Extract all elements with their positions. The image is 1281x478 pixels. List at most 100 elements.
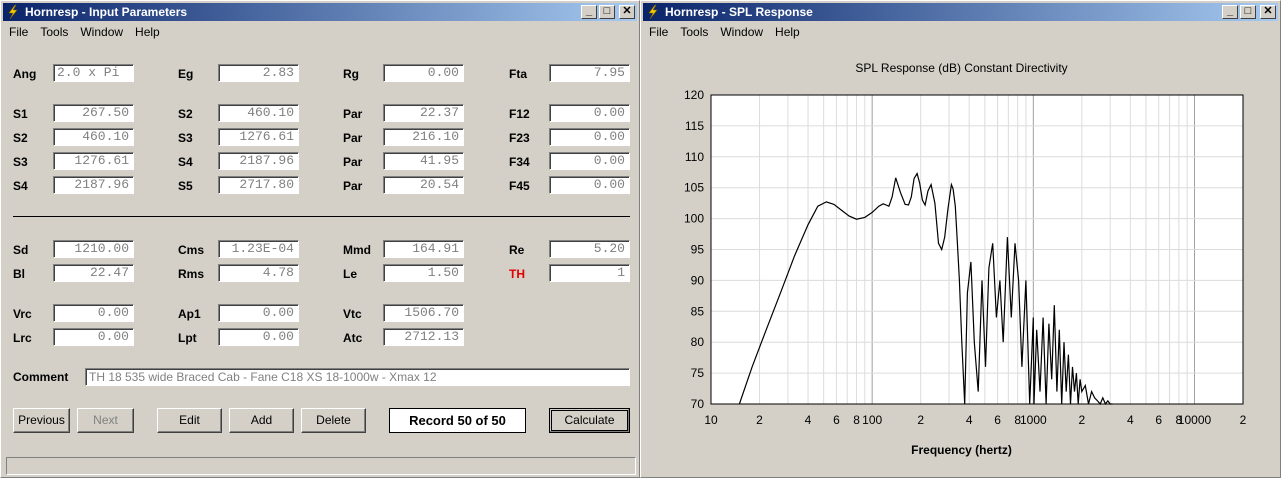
param-field-ap1[interactable]: 0.00 <box>218 304 299 322</box>
spl-chart: 12011511010510095908580757010 2 4 6 8 100 2 4 6 8… <box>684 88 1247 427</box>
menu-window[interactable]: Window <box>74 25 129 39</box>
status-bar <box>6 457 636 475</box>
param-field-s2[interactable]: 460.10 <box>218 104 299 122</box>
param-label-s2: S2 <box>178 107 193 121</box>
param-field-par[interactable]: 216.10 <box>383 128 464 146</box>
y-tick-label: 120 <box>684 88 704 102</box>
x-tick-label: 10000 <box>1178 413 1212 427</box>
param-field-atc[interactable]: 2712.13 <box>383 328 464 346</box>
param-label-vtc: Vtc <box>343 307 362 321</box>
title-bar[interactable]: Hornresp - Input Parameters _ □ ✕ <box>3 3 637 21</box>
x-tick-label: 6 <box>1155 413 1162 427</box>
x-tick-label: 1000 <box>1020 413 1047 427</box>
previous-button[interactable]: Previous <box>13 408 70 433</box>
x-tick-label: 2 <box>1078 413 1085 427</box>
param-field-s5[interactable]: 2717.80 <box>218 176 299 194</box>
next-button[interactable]: Next <box>77 408 134 433</box>
param-field-s3[interactable]: 1276.61 <box>53 152 134 170</box>
param-label-lpt: Lpt <box>178 331 197 345</box>
comment-field[interactable]: TH 18 535 wide Braced Cab - Fane C18 XS … <box>85 368 630 386</box>
add-button[interactable]: Add <box>229 408 294 433</box>
edit-button[interactable]: Edit <box>157 408 222 433</box>
param-field-th[interactable]: 1 <box>549 264 630 282</box>
param-field-sd[interactable]: 1210.00 <box>53 240 134 258</box>
y-tick-label: 110 <box>685 150 704 164</box>
param-label-rg: Rg <box>343 67 359 81</box>
y-tick-label: 85 <box>691 304 705 318</box>
input-parameters-window: Hornresp - Input Parameters _ □ ✕ File T… <box>0 0 640 478</box>
x-tick-label: 4 <box>966 413 973 427</box>
param-label-s3: S3 <box>13 155 28 169</box>
param-field-f45[interactable]: 0.00 <box>549 176 630 194</box>
param-label-par: Par <box>343 107 363 121</box>
spl-response-window: Hornresp - SPL Response _ □ ✕ File Tools… <box>640 0 1281 478</box>
param-field-f12[interactable]: 0.00 <box>549 104 630 122</box>
x-tick-label: 2 <box>917 413 924 427</box>
param-label-bl: Bl <box>13 267 25 281</box>
param-label-le: Le <box>343 267 358 281</box>
param-label-par: Par <box>343 131 363 145</box>
param-field-s2[interactable]: 460.10 <box>53 128 134 146</box>
param-field-vrc[interactable]: 0.00 <box>53 304 134 322</box>
param-field-cms[interactable]: 1.23E-04 <box>218 240 299 258</box>
param-field-lpt[interactable]: 0.00 <box>218 328 299 346</box>
menu-help[interactable]: Help <box>129 25 166 39</box>
param-field-par[interactable]: 41.95 <box>383 152 464 170</box>
y-tick-label: 90 <box>691 273 705 287</box>
param-label-sd: Sd <box>13 243 29 257</box>
menu-file[interactable]: File <box>3 25 34 39</box>
param-label-s2: S2 <box>13 131 28 145</box>
y-tick-label: 95 <box>691 243 705 257</box>
param-label-f45: F45 <box>509 179 530 193</box>
y-tick-label: 115 <box>685 119 704 133</box>
x-tick-label: 6 <box>833 413 840 427</box>
x-tick-label: 4 <box>805 413 812 427</box>
param-label-s1: S1 <box>13 107 28 121</box>
param-field-mmd[interactable]: 164.91 <box>383 240 464 258</box>
param-field-s1[interactable]: 267.50 <box>53 104 134 122</box>
param-field-rg[interactable]: 0.00 <box>383 64 464 82</box>
param-label-f12: F12 <box>509 107 530 121</box>
delete-button[interactable]: Delete <box>301 408 366 433</box>
param-label-th: TH <box>509 267 525 281</box>
x-tick-label: 6 <box>994 413 1001 427</box>
close-button[interactable]: ✕ <box>619 5 635 19</box>
param-field-lrc[interactable]: 0.00 <box>53 328 134 346</box>
y-tick-label: 105 <box>684 181 704 195</box>
param-field-eg[interactable]: 2.83 <box>218 64 299 82</box>
record-indicator: Record 50 of 50 <box>389 408 526 433</box>
param-field-f34[interactable]: 0.00 <box>549 152 630 170</box>
y-tick-label: 70 <box>691 397 705 411</box>
y-tick-label: 80 <box>691 335 705 349</box>
minimize-button[interactable]: _ <box>581 5 597 19</box>
param-field-par[interactable]: 20.54 <box>383 176 464 194</box>
param-label-f23: F23 <box>509 131 530 145</box>
x-tick-label: 2 <box>1240 413 1247 427</box>
window-title: Hornresp - Input Parameters <box>25 5 188 19</box>
param-field-s4[interactable]: 2187.96 <box>218 152 299 170</box>
calculate-button[interactable]: Calculate <box>549 408 630 433</box>
param-field-f23[interactable]: 0.00 <box>549 128 630 146</box>
x-tick-label: 100 <box>862 413 882 427</box>
param-label-rms: Rms <box>178 267 205 281</box>
lightning-bolt-icon <box>8 4 18 20</box>
param-field-le[interactable]: 1.50 <box>383 264 464 282</box>
param-field-par[interactable]: 22.37 <box>383 104 464 122</box>
param-field-fta[interactable]: 7.95 <box>549 64 630 82</box>
separator-line <box>13 216 630 217</box>
comment-label: Comment <box>13 370 69 384</box>
param-field-vtc[interactable]: 1506.70 <box>383 304 464 322</box>
x-tick-label: 8 <box>853 413 860 427</box>
maximize-button[interactable]: □ <box>599 5 615 19</box>
param-field-s4[interactable]: 2187.96 <box>53 176 134 194</box>
x-tick-label: 4 <box>1127 413 1134 427</box>
param-field-bl[interactable]: 22.47 <box>53 264 134 282</box>
param-label-par: Par <box>343 179 363 193</box>
y-tick-label: 75 <box>691 366 705 380</box>
param-field-rms[interactable]: 4.78 <box>218 264 299 282</box>
param-label-re: Re <box>509 243 525 257</box>
param-field-ang[interactable]: 2.0 x Pi <box>53 64 134 82</box>
menu-tools[interactable]: Tools <box>34 25 74 39</box>
param-field-re[interactable]: 5.20 <box>549 240 630 258</box>
param-field-s3[interactable]: 1276.61 <box>218 128 299 146</box>
